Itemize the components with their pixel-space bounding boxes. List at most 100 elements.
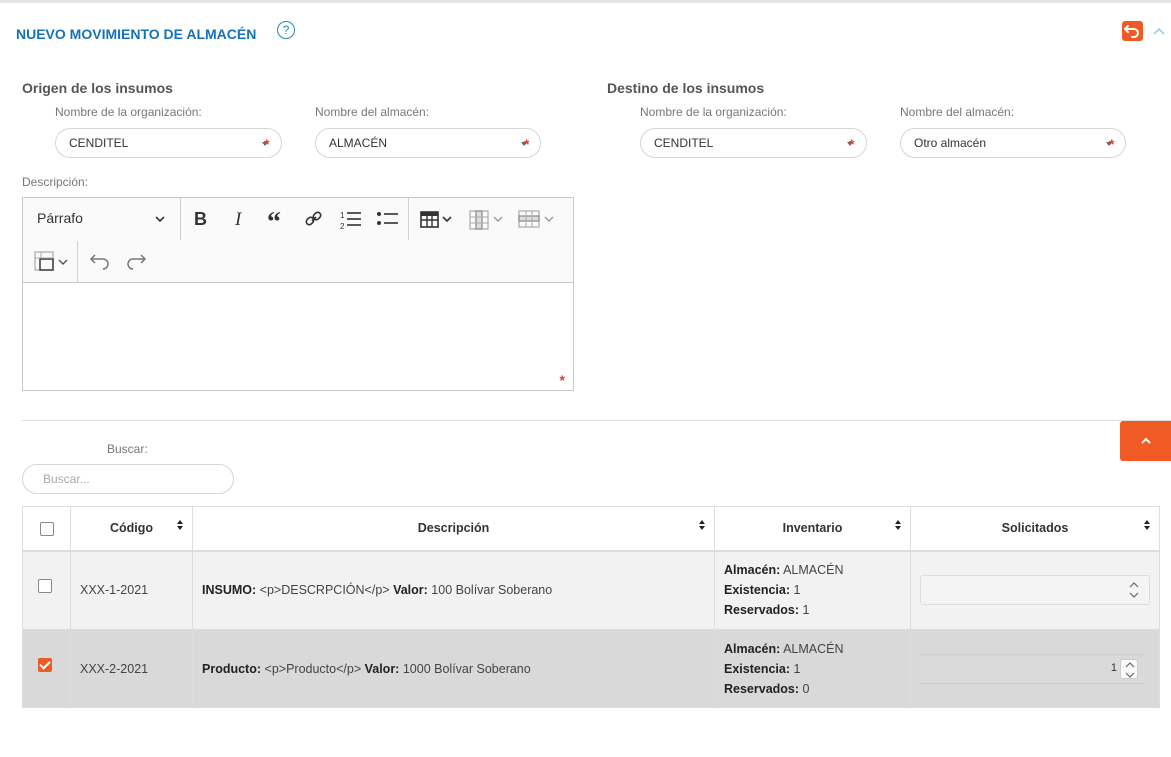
warehouse-label: Almacén: — [724, 563, 781, 578]
warehouse-value: ALMACÉN — [783, 563, 844, 578]
code-cell: XXX-2-2021 — [70, 629, 193, 708]
description-label: Descripción: — [22, 175, 89, 189]
toolbar-separator — [77, 241, 78, 283]
requested-input[interactable]: 1 — [920, 653, 1144, 684]
numbered-list-icon[interactable]: 1 2 — [339, 209, 363, 231]
required-mark: * — [849, 136, 855, 152]
table-row: XXX-2-2021 Producto: <p>Producto</p> Val… — [22, 629, 1160, 708]
merge-cells-icon[interactable] — [33, 250, 73, 274]
link-icon[interactable] — [303, 209, 325, 229]
value-label: Valor: — [364, 661, 400, 676]
value-text: 1000 Bolívar Soberano — [402, 661, 531, 676]
origin-org-value: CENDITEL — [69, 136, 129, 150]
stepper-icon[interactable] — [1125, 580, 1143, 600]
paragraph-format-label: Párrafo — [37, 210, 83, 226]
bold-icon[interactable]: B — [191, 209, 213, 229]
blockquote-icon[interactable]: “ — [266, 209, 288, 229]
svg-text:1: 1 — [340, 211, 345, 220]
desc-text: <p>Producto</p> — [264, 661, 362, 676]
svg-text:2: 2 — [340, 222, 345, 231]
row-checkbox-checked[interactable] — [38, 657, 52, 672]
required-mark: * — [264, 136, 270, 152]
header-label: Descripción — [417, 521, 490, 536]
svg-text:B: B — [194, 209, 207, 229]
value-text: 100 Bolívar Soberano — [431, 583, 553, 598]
column-header-inventory[interactable]: Inventario — [714, 506, 911, 552]
svg-text:I: I — [234, 209, 243, 229]
insert-table-icon[interactable] — [419, 209, 459, 229]
description-textarea[interactable]: * — [23, 283, 573, 390]
destination-org-select[interactable]: CENDITEL — [640, 128, 867, 158]
undo-icon[interactable] — [89, 252, 111, 270]
editor-toolbar: Párrafo B I “ 1 2 — [23, 198, 573, 283]
table-header-row: Código Descripción Inventario Solicitado… — [22, 506, 1160, 552]
svg-text:“: “ — [267, 209, 281, 229]
toolbar-separator — [180, 198, 181, 240]
origin-org-label: Nombre de la organización: — [55, 105, 202, 119]
section-divider — [22, 420, 1171, 421]
code-cell: XXX-1-2021 — [70, 550, 193, 630]
origin-warehouse-select[interactable]: ALMACÉN — [315, 128, 541, 158]
column-header-requested[interactable]: Solicitados — [910, 506, 1160, 552]
row-select-cell — [22, 550, 71, 630]
back-button[interactable] — [1122, 21, 1143, 41]
desc-label: Producto: — [202, 661, 262, 676]
select-all-checkbox[interactable] — [39, 521, 54, 536]
warehouse-label: Almacén: — [724, 641, 781, 656]
required-mark: * — [524, 136, 530, 152]
destination-org-value: CENDITEL — [654, 136, 714, 150]
italic-icon[interactable]: I — [229, 209, 251, 229]
table-row-icon[interactable] — [517, 209, 557, 231]
stock-label: Existencia: — [724, 583, 791, 598]
column-header-code[interactable]: Código — [70, 506, 193, 552]
origin-warehouse-value: ALMACÉN — [329, 136, 388, 150]
reserved-label: Reservados: — [724, 681, 800, 696]
inventory-cell: Almacén: ALMACÉN Existencia: 1 Reservado… — [714, 629, 911, 708]
sort-icon — [1144, 520, 1150, 530]
description-editor: Párrafo B I “ 1 2 * — [22, 197, 574, 391]
origin-org-select[interactable]: CENDITEL — [55, 128, 282, 158]
toolbar-separator — [408, 198, 409, 240]
items-table: Código Descripción Inventario Solicitado… — [22, 506, 1160, 708]
question-circle-icon[interactable]: ? — [277, 21, 295, 39]
inventory-cell: Almacén: ALMACÉN Existencia: 1 Reservado… — [714, 550, 911, 630]
required-mark: * — [559, 372, 565, 388]
value-label: Valor: — [393, 583, 428, 598]
table-column-icon[interactable] — [468, 209, 508, 231]
origin-warehouse-label: Nombre del almacén: — [315, 105, 430, 119]
desc-text: <p>DESCRPCIÓN</p> — [259, 583, 390, 598]
page-title: NUEVO MOVIMIENTO DE ALMACÉN — [16, 26, 257, 42]
warehouse-value: ALMACÉN — [783, 641, 844, 656]
reserved-value: 0 — [802, 681, 810, 696]
reserved-value: 1 — [802, 603, 810, 618]
select-all-header — [22, 506, 71, 552]
row-checkbox[interactable] — [38, 579, 52, 594]
redo-icon[interactable] — [125, 252, 147, 270]
paragraph-format-dropdown[interactable]: Párrafo — [23, 198, 180, 240]
stock-value: 1 — [793, 661, 801, 676]
undo-icon — [1124, 25, 1139, 38]
sort-icon — [699, 520, 705, 530]
search-input[interactable] — [22, 464, 234, 494]
origin-title: Origen de los insumos — [22, 80, 173, 96]
desc-label: INSUMO: — [202, 583, 257, 598]
sort-icon — [177, 520, 183, 530]
scroll-top-button[interactable] — [1120, 421, 1171, 461]
destination-warehouse-select[interactable]: Otro almacén — [900, 128, 1126, 158]
stepper-icon[interactable] — [1120, 658, 1138, 679]
requested-input[interactable] — [920, 575, 1150, 606]
requested-value: 1 — [1110, 661, 1117, 674]
stock-label: Existencia: — [724, 661, 791, 676]
bulleted-list-icon[interactable] — [376, 209, 400, 231]
header-label: Solicitados — [1001, 521, 1069, 536]
destination-title: Destino de los insumos — [607, 80, 765, 96]
reserved-label: Reservados: — [724, 603, 800, 618]
column-header-description[interactable]: Descripción — [192, 506, 715, 552]
description-cell: Producto: <p>Producto</p> Valor: 1000 Bo… — [192, 629, 715, 708]
chevron-up-icon — [1141, 437, 1151, 444]
row-select-cell — [22, 629, 71, 708]
chevron-up-icon[interactable] — [1152, 25, 1166, 37]
chevron-down-icon — [155, 216, 165, 223]
search-label: Buscar: — [107, 442, 148, 456]
stock-value: 1 — [793, 583, 801, 598]
